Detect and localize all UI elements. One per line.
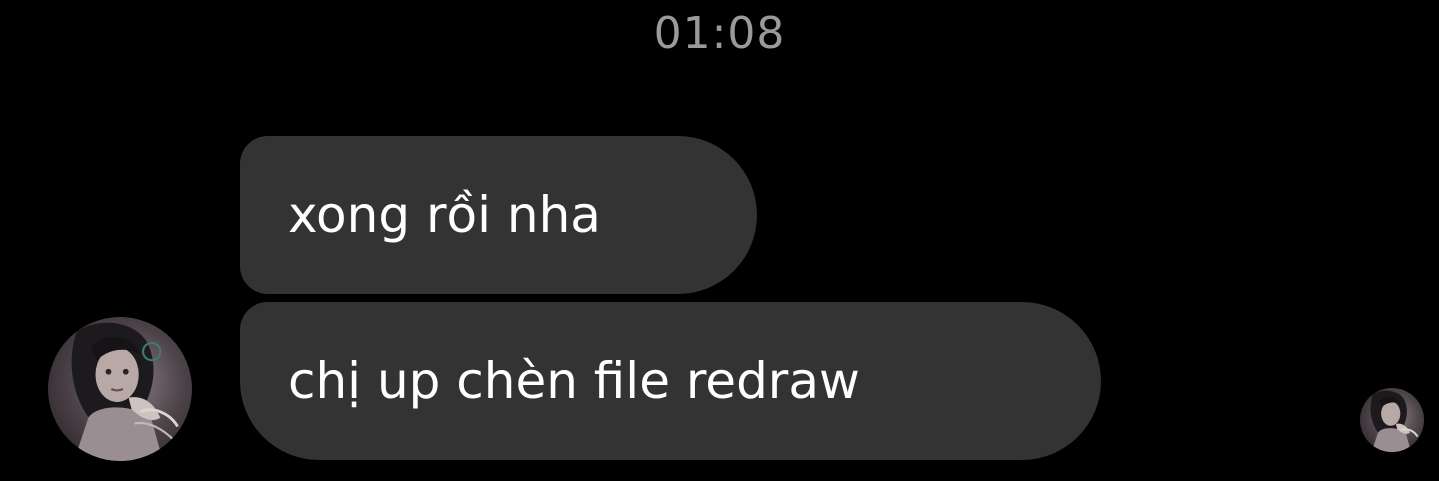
- message-text: xong rồi nha: [288, 186, 601, 244]
- chat-screen: 01:08 xong rồi nha chị up chèn file redr…: [0, 0, 1439, 481]
- message-text: chị up chèn file redraw: [288, 352, 860, 410]
- message-timestamp: 01:08: [653, 8, 786, 59]
- message-bubble[interactable]: chị up chèn file redraw: [240, 302, 1101, 460]
- avatar-image: [48, 317, 192, 461]
- sender-avatar[interactable]: [48, 317, 192, 461]
- message-bubble[interactable]: xong rồi nha: [240, 136, 757, 294]
- avatar-image: [1360, 388, 1424, 452]
- read-receipt-avatar: [1360, 388, 1424, 452]
